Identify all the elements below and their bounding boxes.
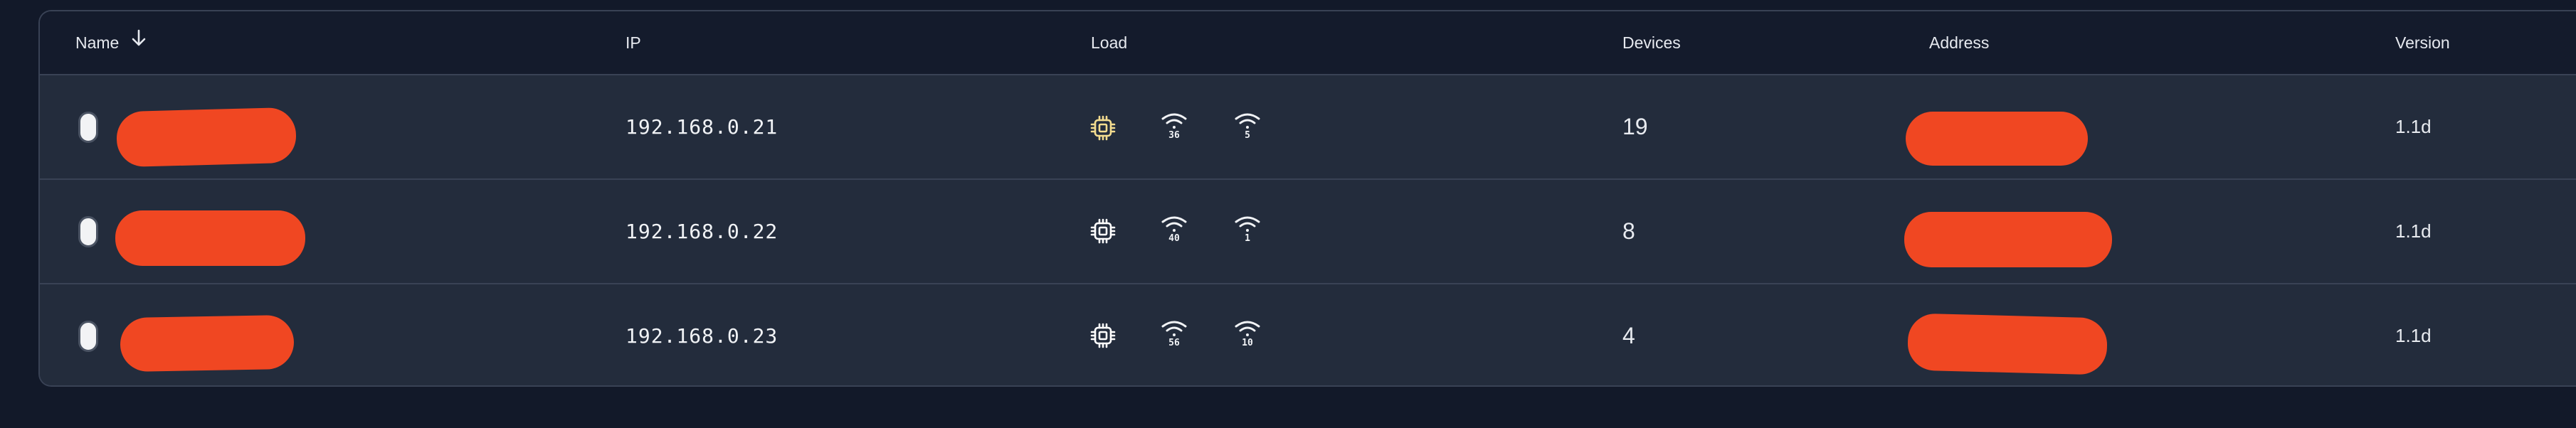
wifi-icon <box>1161 321 1187 336</box>
wifi-icon <box>1161 113 1187 129</box>
redacted-name <box>120 314 295 373</box>
wifi-2ghz-clients: 5 <box>1230 111 1265 154</box>
router-toggle[interactable] <box>78 320 98 352</box>
firmware-version: 1.1d <box>2395 325 2432 346</box>
ip-address: 192.168.0.22 <box>625 220 778 243</box>
wifi-2ghz-clients: 1 <box>1230 214 1265 257</box>
cpu-chip-icon <box>1089 321 1117 353</box>
wifi-2ghz-clients: 10 <box>1230 319 1265 361</box>
device-count: 8 <box>1622 218 1635 244</box>
wifi-icon <box>1161 216 1187 232</box>
wifi-5ghz-clients: 40 <box>1156 214 1192 257</box>
cpu-chip-icon <box>1089 217 1117 249</box>
redacted-address <box>1906 112 2088 166</box>
column-header-version[interactable]: Version <box>2395 11 2450 74</box>
wifi-icon <box>1235 216 1260 232</box>
wifi-client-count: 56 <box>1168 338 1180 348</box>
router-toggle[interactable] <box>78 215 98 247</box>
router-toggle[interactable] <box>78 111 98 143</box>
column-header-ip[interactable]: IP <box>625 11 641 74</box>
device-count: 4 <box>1622 323 1635 348</box>
redacted-name <box>115 210 305 266</box>
wifi-icon <box>1235 113 1260 129</box>
wifi-icon <box>1235 321 1260 336</box>
table-header: Name IP Load Devices Address Version <box>40 11 2576 75</box>
redacted-name <box>116 107 297 168</box>
column-header-name-label: Name <box>75 33 120 52</box>
ip-address: 192.168.0.23 <box>625 324 778 348</box>
wifi-client-count: 36 <box>1168 130 1180 141</box>
wifi-client-count: 10 <box>1242 338 1253 348</box>
column-header-devices[interactable]: Devices <box>1622 11 1681 74</box>
wifi-client-count: 1 <box>1245 233 1250 244</box>
column-header-load[interactable]: Load <box>1091 11 1127 74</box>
wifi-client-count: 5 <box>1245 130 1250 141</box>
wifi-5ghz-clients: 56 <box>1156 319 1192 361</box>
redacted-address <box>1904 212 2112 267</box>
column-header-address[interactable]: Address <box>1929 11 1989 74</box>
arrow-down-icon[interactable] <box>131 11 147 73</box>
redacted-address <box>1907 313 2108 375</box>
column-header-name[interactable]: Name <box>75 11 147 74</box>
routers-table: Name IP Load Devices Address Version 192… <box>38 10 2576 387</box>
device-count: 19 <box>1622 114 1648 139</box>
table-row[interactable]: 192.168.0.23 56 10 4 1.1d <box>40 284 2576 385</box>
cpu-chip-icon <box>1089 114 1117 146</box>
table-row[interactable]: 192.168.0.22 40 1 8 1.1d <box>40 180 2576 284</box>
ip-address: 192.168.0.21 <box>625 115 778 139</box>
wifi-client-count: 40 <box>1168 233 1180 244</box>
table-row[interactable]: 192.168.0.21 36 5 19 1.1d <box>40 75 2576 180</box>
wifi-5ghz-clients: 36 <box>1156 111 1192 154</box>
firmware-version: 1.1d <box>2395 220 2432 242</box>
firmware-version: 1.1d <box>2395 116 2432 137</box>
